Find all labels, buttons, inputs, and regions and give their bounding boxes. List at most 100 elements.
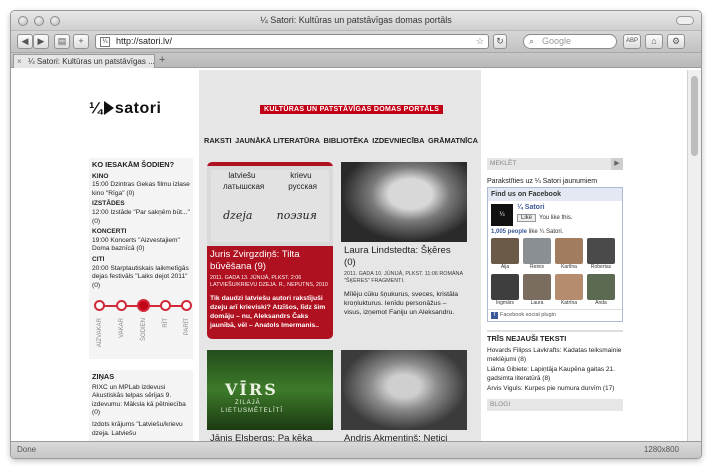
facebook-face[interactable]: Robertas (587, 238, 615, 270)
address-text: http://satori.lv/ (116, 36, 173, 46)
facebook-face[interactable]: Laura (523, 274, 551, 306)
cover-row: dzeja поэзия (211, 210, 329, 221)
settings-icon[interactable]: ⚙ (667, 34, 685, 49)
facebook-page-avatar[interactable]: ¼ (491, 204, 513, 226)
face-photo (555, 238, 583, 264)
cover-word: VĪRS (225, 380, 278, 399)
back-icon[interactable]: ◀ (17, 34, 33, 49)
izstades-item[interactable]: 12:00 Izstāde "Par sakņēm būt..." (0) (92, 209, 190, 226)
koncerti-item[interactable]: 19:00 Koncerts "Aizvestajiem" Doma baznī… (92, 237, 190, 254)
timeline-dot-aizvakar[interactable] (94, 300, 105, 312)
address-bar[interactable]: ¼ http://satori.lv/ ☆ (95, 34, 489, 49)
tab-satori[interactable]: × ¼ Satori: Kultūras un patstāvīgas ... (13, 54, 155, 68)
search-icon: ⌕ (529, 36, 535, 46)
article-title[interactable]: Juris Zvirgzdiņš: Tilta būvēšana (9) (207, 246, 333, 273)
subscribe-link[interactable]: Parakstīties uz ¼ Satori jaunumiem (487, 178, 623, 185)
tab-label: ¼ Satori: Kultūras un patstāvīgas ... (28, 57, 155, 66)
kino-label: KINO (92, 172, 109, 180)
site-favicon: ¼ (100, 37, 110, 47)
search-input[interactable]: ⌕ Google (523, 34, 617, 49)
timeline-label: AIZVAKAR (97, 318, 103, 348)
kino-item[interactable]: 15:00 Dzintras Gekas filmu izlase kino "… (92, 181, 190, 198)
adblock-button[interactable]: ABP (623, 34, 641, 49)
toolbar-toggle-button[interactable] (676, 16, 694, 25)
facebook-page: ¼ ¼ Satori Like You like this. (488, 201, 622, 229)
timeline-label: PARĪT (184, 318, 190, 336)
face-photo (587, 238, 615, 264)
koncerti-label: KONCERTI (92, 228, 127, 236)
news-item[interactable]: RIXC un MPLab izdevusi Akustiskās telpas… (92, 384, 190, 418)
timeline-dot-parit[interactable] (181, 300, 192, 312)
reload-icon[interactable]: ↻ (493, 34, 507, 49)
nav-biblioteka[interactable]: BIBLIOTĒKA (324, 136, 369, 145)
random-text-item[interactable]: Arvis Viguls: Kurpes pie numura durvīm (… (487, 384, 623, 394)
site-logo[interactable]: ¼ satori (89, 100, 161, 118)
cover-word: латышская (223, 182, 265, 191)
nav-izdevnieciba[interactable]: IZDEVNIECĪBA (372, 136, 424, 145)
facebook-header: Find us on Facebook (488, 188, 622, 201)
face-photo (491, 274, 519, 300)
facebook-widget: Find us on Facebook ¼ ¼ Satori Like You l… (487, 187, 623, 322)
facebook-like-button[interactable]: Like (517, 214, 537, 222)
facebook-face[interactable]: Aija (491, 238, 519, 270)
random-text-item[interactable]: Hovards Filipss Lavkrafts: Kadatas teiks… (487, 346, 623, 365)
recommendations-heading: KO IESAKĀM ŠODIEN? (92, 160, 175, 169)
face-photo (523, 238, 551, 264)
timeline-dot-sodien[interactable] (137, 299, 150, 313)
search-submit-icon[interactable]: ▶ (611, 158, 623, 170)
face-name: Katrīna (560, 300, 578, 306)
nav-raksti[interactable]: RAKSTI (204, 136, 232, 145)
timeline-dot-rit[interactable] (160, 300, 171, 312)
author-photo (341, 162, 467, 242)
face-name: Robertas (590, 264, 612, 270)
facebook-face[interactable]: Karlīna (555, 238, 583, 270)
facebook-face[interactable]: Ingmārs (491, 274, 519, 306)
site-search-label: MEKLĒT (490, 160, 517, 167)
close-tab-icon[interactable]: × (17, 55, 22, 68)
face-name: Laura (530, 300, 544, 306)
site-tagline: KULTŪRAS UN PATSTĀVĪGAS DOMAS PORTĀLS (260, 105, 444, 114)
search-placeholder: Google (542, 36, 572, 46)
facebook-face[interactable]: Anda (587, 274, 615, 306)
forward-icon[interactable]: ▶ (33, 34, 49, 49)
home-icon[interactable]: ⌂ (645, 34, 663, 49)
face-photo (587, 274, 615, 300)
nav-gramatnica[interactable]: GRĀMATNĪCA (428, 136, 478, 145)
bookmark-star-icon[interactable]: ☆ (476, 35, 484, 48)
article-card-lindstedta[interactable]: Laura Lindstedta: Šķēres (0) 2011. GADA … (341, 162, 467, 320)
article-title[interactable]: Laura Lindstedta: Šķēres (0) (341, 242, 467, 269)
facebook-icon: f (491, 312, 498, 319)
timeline-label: VAKAR (119, 318, 125, 339)
nav-jaunaka-literatura[interactable]: JAUNĀKĀ LITERATŪRA (235, 136, 320, 145)
recommendations-panel: KO IESAKĀM ŠODIEN? KINO 15:00 Dzintras G… (89, 158, 193, 360)
title-bar: ¼ Satori: Kultūras un patstāvīgas domas … (11, 11, 701, 31)
tab-bar: × ¼ Satori: Kultūras un patstāvīgas ... … (11, 53, 701, 68)
add-bookmark-icon[interactable]: + (73, 34, 89, 49)
bookmarks-icon[interactable]: ▤ (54, 34, 70, 49)
article-card-akmentins[interactable]: Andris Akmentiņš: Netici literatūrai (20… (341, 350, 467, 443)
scroll-thumb[interactable] (691, 76, 698, 156)
facebook-page-info: ¼ Satori Like You like this. (517, 204, 572, 222)
facebook-face[interactable]: Katrīna (555, 274, 583, 306)
cover-word: русская (288, 182, 317, 191)
cover-row: latviešu krievu (211, 170, 329, 181)
site-search[interactable]: MEKLĒT ▶ (487, 158, 623, 170)
timeline-dot-vakar[interactable] (116, 300, 127, 312)
article-card-elsbergs[interactable]: VĪRS ZILAJĀ LIETUSMĒTELĪTĪ Jānis Elsberg… (207, 350, 333, 443)
cover-row: латышская русская (211, 181, 329, 192)
cover-word: поэзия (276, 209, 317, 222)
article-card-zvirgzdins[interactable]: latviešu krievu латышская русская dzeja поэ… (207, 162, 333, 339)
random-text-item[interactable]: Liāma Gibiete: Lapiņtāja Kaupēna gaitas … (487, 365, 623, 384)
random-texts-heading: TRĪS NEJAUŠI TEKSTI (487, 330, 623, 344)
status-text: Done (17, 445, 37, 454)
web-page: ¼ satori KULTŪRAS UN PATSTĀVĪGAS DOMAS PO… (11, 70, 689, 443)
browser-window: ¼ Satori: Kultūras un patstāvīgas domas … (10, 10, 702, 459)
facebook-page-name[interactable]: ¼ Satori (517, 204, 572, 211)
citi-item[interactable]: 20:00 Starptautiskais laikmetīgās dejas … (92, 265, 190, 291)
news-item[interactable]: Izdots krājums "Latviešu/krievu dzeja. L… (92, 421, 190, 438)
blogs-header[interactable]: BLOGI (487, 399, 623, 411)
new-tab-icon[interactable]: + (159, 54, 165, 66)
vertical-scrollbar[interactable] (687, 70, 701, 443)
timeline-label: ŠODIEN (141, 318, 147, 342)
facebook-face[interactable]: Reinis (523, 238, 551, 270)
